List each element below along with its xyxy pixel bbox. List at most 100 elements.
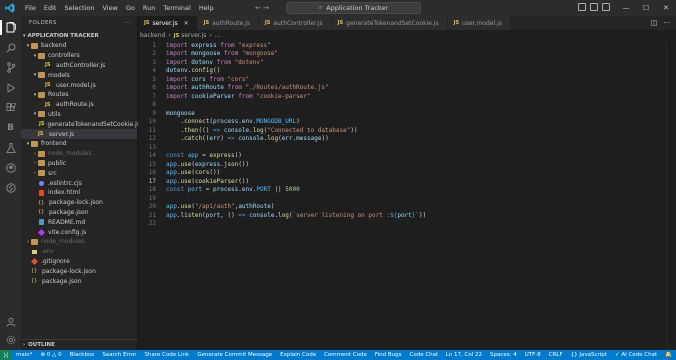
- maximize-button[interactable]: ☐: [636, 0, 656, 16]
- blackbox-icon[interactable]: B: [3, 120, 18, 135]
- settings-icon[interactable]: [3, 332, 18, 347]
- command-center-search[interactable]: ← → ⌕ Application Tracker: [255, 2, 421, 14]
- menu-item-terminal[interactable]: Terminal: [159, 0, 194, 16]
- status-item-left[interactable]: Share Code Link: [140, 352, 193, 358]
- more-actions-icon[interactable]: ···: [663, 19, 670, 27]
- js-file-icon: JS: [39, 121, 45, 128]
- close-icon[interactable]: ✕: [184, 20, 189, 27]
- tab-generatetokenandsetcookie-js[interactable]: JS generateTokenandSetCookie.js: [331, 16, 448, 30]
- tree-folder[interactable]: ▾ backend: [21, 41, 137, 51]
- remote-indicator-icon[interactable]: ⟩⟨: [0, 350, 12, 360]
- folder-icon: [38, 150, 45, 157]
- remote-icon[interactable]: [3, 180, 18, 195]
- code-token: from: [220, 41, 239, 49]
- tab-authcontroller-js[interactable]: JS authController.js: [258, 16, 332, 30]
- breadcrumb-folder[interactable]: backend: [140, 32, 165, 39]
- close-button[interactable]: ✕: [656, 0, 676, 16]
- split-editor-icon[interactable]: ◫: [651, 19, 658, 27]
- toggle-panel-icon[interactable]: [590, 3, 598, 11]
- tree-folder[interactable]: ▾ controllers: [21, 51, 137, 61]
- status-item-left[interactable]: Code Chat: [406, 352, 443, 358]
- status-item-left[interactable]: Generate Commit Message: [193, 352, 276, 358]
- tree-folder[interactable]: ▾ utils: [21, 110, 137, 120]
- menu-item-run[interactable]: Run: [139, 0, 159, 16]
- code-line: 18 const port = process. env. PORT || 5000: [138, 186, 668, 195]
- tree-item-label: public: [48, 159, 67, 167]
- status-item-left[interactable]: main*: [12, 352, 37, 358]
- code-token: authRoute: [238, 203, 271, 211]
- tree-file[interactable]: vite.config.js: [21, 227, 137, 237]
- tree-file[interactable]: JS generateTokenandSetCookie.js: [21, 119, 140, 129]
- tree-folder[interactable]: ▾ frontend: [21, 139, 137, 149]
- minimize-button[interactable]: —: [616, 0, 636, 16]
- status-item-left[interactable]: Blackbox: [66, 352, 99, 358]
- status-item-left[interactable]: Explain Code: [276, 352, 320, 358]
- menu-item-go[interactable]: Go: [122, 0, 139, 16]
- tree-folder[interactable]: › src: [21, 168, 137, 178]
- breadcrumb-symbol[interactable]: ...: [215, 32, 221, 39]
- code-line: 13: [138, 143, 668, 152]
- status-item-right[interactable]: Spaces: 4: [486, 352, 521, 358]
- code-token: use: [180, 203, 192, 211]
- tab-authroute-js[interactable]: JS authRoute.js: [197, 16, 259, 30]
- tree-file[interactable]: .env: [21, 247, 137, 257]
- explorer-icon[interactable]: [0, 20, 18, 35]
- status-item-right[interactable]: CRLF: [545, 352, 567, 358]
- menu-item-edit[interactable]: Edit: [40, 0, 61, 16]
- code-token: json: [223, 160, 239, 168]
- tree-folder[interactable]: ▾ Routes: [21, 90, 137, 100]
- status-item-left[interactable]: Search Error: [98, 352, 140, 358]
- menu-item-help[interactable]: Help: [195, 0, 218, 16]
- toggle-sidebar-icon[interactable]: [578, 3, 586, 11]
- js-file-icon: JS: [337, 20, 344, 26]
- tab-user-model-js[interactable]: JS user.model.js: [447, 16, 511, 30]
- run-debug-icon[interactable]: [3, 80, 18, 95]
- code-token: .: [166, 118, 185, 126]
- menu-item-file[interactable]: File: [21, 0, 40, 16]
- tree-folder[interactable]: › node_modules: [21, 237, 137, 247]
- tree-folder[interactable]: ▾ models: [21, 70, 137, 80]
- breadcrumb-file[interactable]: server.js: [181, 32, 206, 39]
- more-actions-icon[interactable]: ···: [125, 20, 131, 26]
- status-item-left[interactable]: ⊗ 0 △ 0: [37, 352, 66, 358]
- tree-file[interactable]: {} package.json: [21, 208, 137, 218]
- tree-file[interactable]: JS user.model.js: [21, 80, 137, 90]
- tree-folder[interactable]: › public: [21, 159, 137, 169]
- search-icon[interactable]: [3, 40, 18, 55]
- menu-item-selection[interactable]: Selection: [60, 0, 98, 16]
- account-icon[interactable]: [3, 314, 18, 329]
- source-control-icon[interactable]: [3, 60, 18, 75]
- tree-file[interactable]: index.html: [21, 188, 137, 198]
- tree-file[interactable]: .gitignore: [21, 257, 137, 267]
- tab-server-js[interactable]: JS server.js ✕: [138, 16, 198, 30]
- tree-file[interactable]: {} package-lock.json: [21, 266, 137, 276]
- menu-item-view[interactable]: View: [98, 0, 121, 16]
- code-token: process: [212, 118, 239, 126]
- status-item-left[interactable]: Find Bugs: [371, 352, 406, 358]
- extensions-icon[interactable]: [3, 100, 18, 115]
- folder-icon: [38, 52, 45, 59]
- tree-file[interactable]: JS server.js: [21, 129, 137, 139]
- outline-section[interactable]: › OUTLINE: [21, 339, 138, 350]
- code-editor[interactable]: 1 import express from "express" 2 import mo…: [138, 41, 676, 350]
- status-item-left[interactable]: Comment Code: [320, 352, 371, 358]
- toggle-secondary-sidebar-icon[interactable]: [602, 3, 610, 11]
- tree-item-label: .eslintrc.cjs: [48, 179, 82, 187]
- status-item-right[interactable]: {} JavaScript: [567, 352, 611, 358]
- nav-arrows-icon[interactable]: ← →: [255, 4, 269, 12]
- tree-file[interactable]: README.md: [21, 217, 137, 227]
- status-item-right[interactable]: Ln 17, Col 22: [442, 352, 486, 358]
- status-item-right[interactable]: UTF-8: [521, 352, 545, 358]
- tree-file[interactable]: JS authRoute.js: [21, 100, 137, 110]
- status-item-right[interactable]: ✓ AI Code Chat: [611, 352, 661, 358]
- tree-file[interactable]: .eslintrc.cjs: [21, 178, 137, 188]
- workspace-section-header[interactable]: ▾ APPLICATION TRACKER: [21, 30, 137, 41]
- tree-file[interactable]: JS authController.js: [21, 61, 137, 71]
- status-item-right[interactable]: 🔔: [661, 352, 676, 358]
- tree-file[interactable]: {} package.json: [21, 276, 137, 286]
- tree-file[interactable]: {} package-lock.json: [21, 198, 137, 208]
- github-icon[interactable]: [3, 160, 18, 175]
- tree-folder[interactable]: › node_modules: [21, 149, 137, 159]
- json-file-icon: {}: [31, 278, 38, 285]
- testing-icon[interactable]: [3, 140, 18, 155]
